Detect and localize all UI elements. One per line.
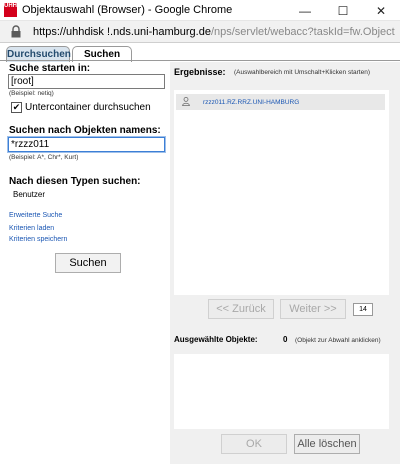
- types-label: Nach diesen Typen suchen:: [9, 176, 141, 187]
- selected-count: 0: [283, 335, 288, 344]
- url-path: /nps/servlet/webacc?taskId=fw.ObjectSel.…: [210, 26, 395, 38]
- types-value: Benutzer: [13, 190, 46, 199]
- object-name-label: Suchen nach Objekten namens:: [9, 125, 161, 136]
- close-button[interactable]: ✕: [362, 0, 400, 21]
- uhh-logo-icon: UHH: [4, 3, 17, 17]
- url-text[interactable]: https://uhhdisk !.nds.uni-hamburg.de/nps…: [33, 26, 395, 38]
- start-location-label: Suche starten in:: [9, 63, 91, 74]
- start-location-hint: (Beispiel: netiq): [9, 90, 54, 97]
- results-hint: (Auswahlbereich mit Umschalt+Klicken sta…: [234, 69, 371, 76]
- subcontainer-label: Untercontainer durchsuchen: [25, 102, 151, 113]
- previous-page-button[interactable]: << Zurück: [208, 299, 274, 319]
- load-criteria-link[interactable]: Kriterien laden: [9, 225, 54, 232]
- selected-hint: (Objekt zur Abwahl anklicken): [295, 337, 381, 344]
- subcontainer-checkbox[interactable]: ✔: [11, 102, 22, 113]
- window-titlebar: UHH Objektauswahl (Browser) - Google Chr…: [0, 0, 400, 21]
- results-label: Ergebnisse:: [174, 67, 226, 77]
- selected-objects-label: Ausgewählte Objekte:: [174, 335, 258, 344]
- page-size-field[interactable]: 14: [353, 303, 373, 316]
- clear-all-button[interactable]: Alle löschen: [294, 434, 360, 454]
- window-title: Objektauswahl (Browser) - Google Chrome: [22, 4, 233, 16]
- result-item-label[interactable]: rzzz011.RZ.RRZ.UNI-HAMBURG: [203, 99, 299, 106]
- selected-objects-list: [174, 354, 389, 429]
- advanced-search-link[interactable]: Erweiterte Suche: [9, 212, 62, 219]
- search-button[interactable]: Suchen: [55, 253, 121, 273]
- user-icon: [182, 97, 190, 106]
- tab-divider: [0, 60, 400, 61]
- tab-strip: Durchsuchen Suchen: [0, 43, 400, 62]
- save-criteria-link[interactable]: Kriterien speichern: [9, 236, 67, 243]
- url-host: https://uhhdisk !.nds.uni-hamburg.de: [33, 26, 211, 38]
- minimize-button[interactable]: —: [286, 0, 324, 21]
- object-name-field[interactable]: *rzzz011: [8, 137, 165, 152]
- start-location-field[interactable]: [root]: [8, 74, 165, 89]
- results-list: [174, 90, 389, 295]
- maximize-button[interactable]: ☐: [324, 0, 362, 21]
- logo-text: UHH: [4, 3, 17, 9]
- next-page-button[interactable]: Weiter >>: [280, 299, 346, 319]
- address-bar[interactable]: https://uhhdisk !.nds.uni-hamburg.de/nps…: [0, 21, 400, 43]
- lock-icon: [11, 25, 21, 38]
- object-name-hint: (Beispiel: A*, Chr*, Kurt): [9, 154, 79, 161]
- ok-button[interactable]: OK: [221, 434, 287, 454]
